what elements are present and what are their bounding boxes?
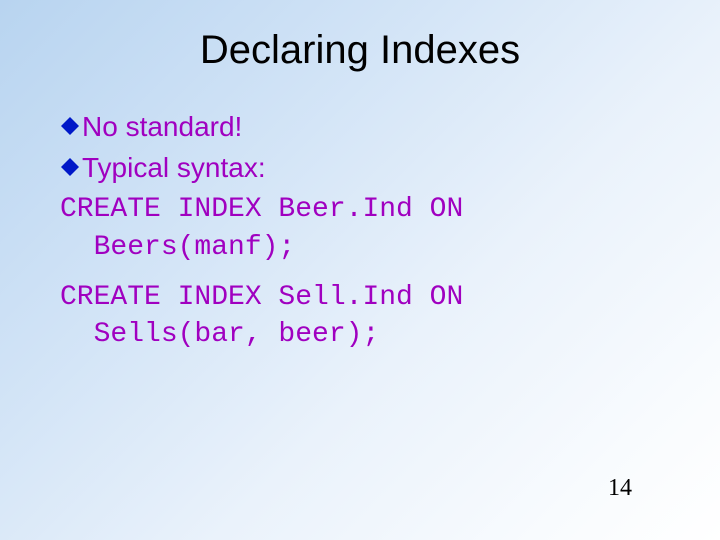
diamond-bullet-icon xyxy=(60,116,80,136)
code-block: CREATE INDEX Sell.Ind ON Sells(bar, beer… xyxy=(60,279,660,355)
slide: Declaring Indexes No standard! Typical s… xyxy=(0,0,720,540)
code-line: Beers(manf); xyxy=(60,229,660,267)
bullet-item: No standard! xyxy=(60,109,660,144)
page-number: 14 xyxy=(608,475,632,502)
bullet-text: No standard! xyxy=(82,109,242,144)
code-line: CREATE INDEX Beer.Ind ON xyxy=(60,191,660,229)
slide-title: Declaring Indexes xyxy=(60,28,660,73)
code-block: CREATE INDEX Beer.Ind ON Beers(manf); xyxy=(60,191,660,267)
bullet-text: Typical syntax: xyxy=(82,150,266,185)
bullet-item: Typical syntax: xyxy=(60,150,660,185)
code-line: CREATE INDEX Sell.Ind ON xyxy=(60,279,660,317)
code-line: Sells(bar, beer); xyxy=(60,316,660,354)
diamond-bullet-icon xyxy=(60,157,80,177)
